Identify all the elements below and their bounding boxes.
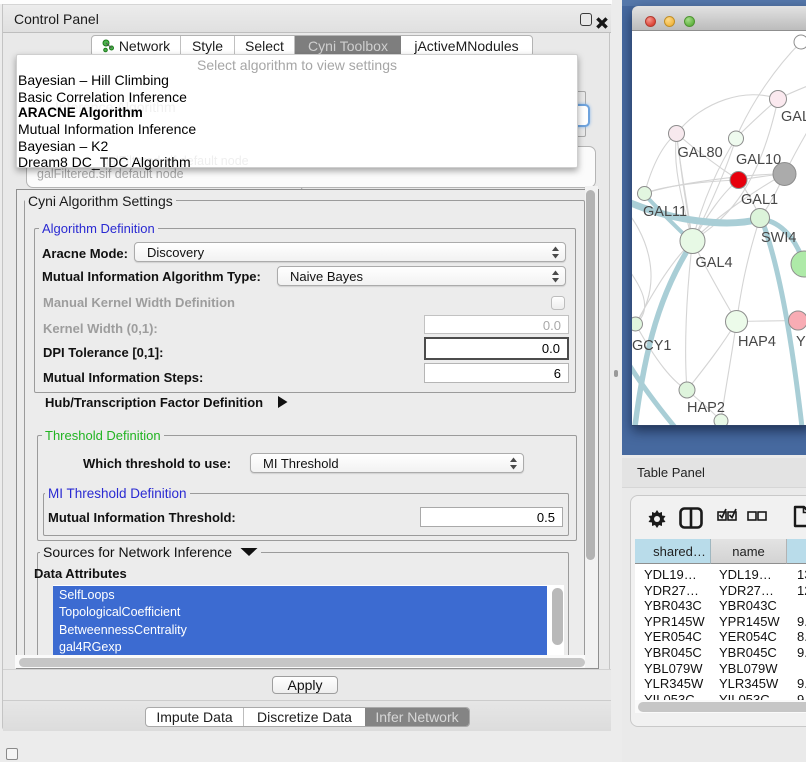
svg-text:GAL4: GAL4 (696, 255, 733, 271)
svg-text:GAL1: GAL1 (741, 192, 778, 208)
svg-text:GAL10: GAL10 (736, 152, 781, 168)
svg-text:GAL7: GAL7 (781, 109, 806, 125)
svg-text:HAP2: HAP2 (687, 400, 725, 416)
svg-text:GCY1: GCY1 (632, 338, 672, 354)
svg-text:GAL11: GAL11 (643, 204, 687, 220)
svg-text:SWI4: SWI4 (761, 230, 796, 246)
svg-text:Y: Y (796, 334, 806, 350)
svg-text:GAL80: GAL80 (678, 145, 723, 161)
svg-text:HAP4: HAP4 (738, 334, 776, 350)
